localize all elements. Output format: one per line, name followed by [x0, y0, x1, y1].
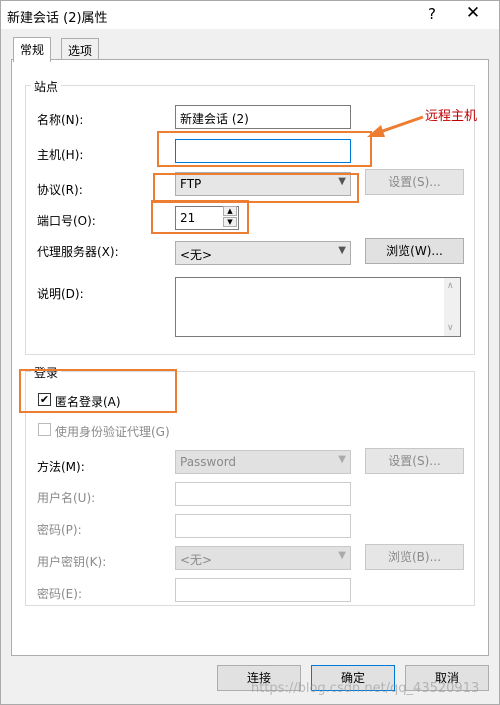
chevron-down-icon: ▼	[338, 454, 346, 465]
anonymous-highlight-box	[19, 369, 177, 413]
port-label: 端口号(O):	[37, 214, 96, 228]
chevron-down-icon: ▼	[338, 245, 346, 256]
port-highlight-box	[151, 200, 249, 234]
method-select[interactable]: Password ▼	[175, 450, 351, 474]
proxy-select[interactable]: <无> ▼	[175, 241, 351, 265]
properties-dialog: 新建会话 (2)属性 ? ✕ 常规 选项 站点 名称(N): 新建会话 (2) …	[0, 0, 500, 705]
chevron-down-icon: ▼	[338, 550, 346, 561]
description-scrollbar[interactable]: ∧ ∨	[444, 278, 460, 336]
title-bar: 新建会话 (2)属性 ? ✕	[1, 1, 499, 29]
username-label: 用户名(U):	[37, 491, 96, 505]
proxy-label: 代理服务器(X):	[37, 245, 119, 259]
password-label: 密码(P):	[37, 523, 82, 537]
help-icon[interactable]: ?	[425, 5, 439, 23]
tab-general-label: 常规	[20, 43, 45, 57]
name-input[interactable]: 新建会话 (2)	[175, 105, 351, 129]
protocol-highlight-box	[153, 173, 359, 203]
annotation-arrow-icon	[367, 115, 424, 137]
passphrase-label: 密码(E):	[37, 587, 82, 601]
host-label: 主机(H):	[37, 148, 84, 162]
window-title: 新建会话 (2)属性	[7, 11, 108, 26]
userkey-browse-button[interactable]: 浏览(B)...	[365, 544, 464, 570]
passphrase-input[interactable]	[175, 578, 351, 602]
proxy-browse-button[interactable]: 浏览(W)...	[365, 238, 464, 264]
host-highlight-box	[157, 131, 372, 167]
method-label: 方法(M):	[37, 460, 85, 474]
userkey-value: <无>	[180, 553, 213, 567]
protocol-label: 协议(R):	[37, 183, 83, 197]
userkey-select[interactable]: <无> ▼	[175, 546, 351, 570]
watermark: https://blog.csdn.net/qq_43520913	[251, 681, 480, 696]
remote-host-annotation: 远程主机	[425, 109, 478, 124]
scroll-up-icon[interactable]: ∧	[447, 281, 454, 291]
name-label: 名称(N):	[37, 113, 84, 127]
tab-options-label: 选项	[68, 44, 93, 58]
username-input[interactable]	[175, 482, 351, 506]
tab-general[interactable]: 常规	[13, 37, 52, 62]
userkey-label: 用户密钥(K):	[37, 555, 107, 569]
scroll-down-icon[interactable]: ∨	[447, 323, 454, 333]
site-group-title: 站点	[31, 78, 62, 95]
close-icon[interactable]: ✕	[465, 3, 481, 23]
password-input[interactable]	[175, 514, 351, 538]
protocol-settings-button[interactable]: 设置(S)...	[365, 169, 464, 195]
method-settings-button[interactable]: 设置(S)...	[365, 448, 464, 474]
auth-agent-checkbox[interactable]	[38, 423, 51, 436]
description-textarea[interactable]: ∧ ∨	[175, 277, 461, 337]
tab-options[interactable]: 选项	[61, 38, 100, 60]
description-label: 说明(D):	[37, 287, 84, 301]
method-value: Password	[180, 455, 237, 469]
proxy-value: <无>	[180, 248, 213, 262]
auth-agent-label[interactable]: 使用身份验证代理(G)	[55, 423, 170, 440]
